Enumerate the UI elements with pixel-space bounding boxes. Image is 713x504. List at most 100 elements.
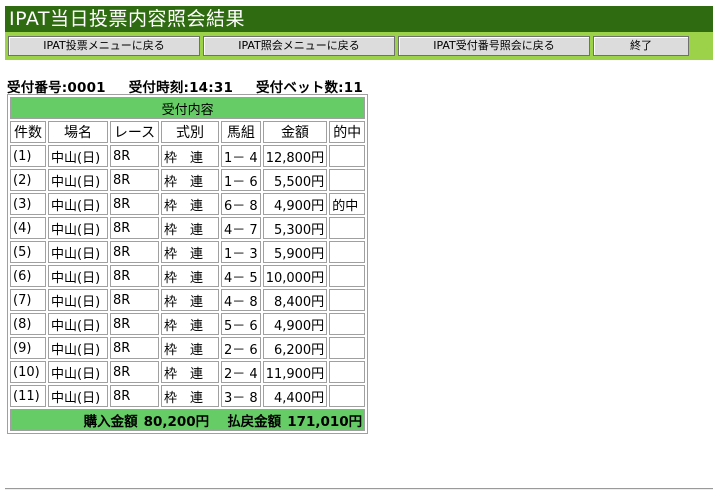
bet-venue: 中山(日) <box>48 145 108 167</box>
bet-type: 枠 連 <box>161 193 219 215</box>
bet-hit <box>329 169 366 191</box>
bet-venue: 中山(日) <box>48 217 108 239</box>
column-headers: 件数 場名 レース 式別 馬組 金額 的中 <box>10 121 366 143</box>
bet-hit <box>329 361 366 383</box>
bet-hit <box>329 313 366 335</box>
receipt-summary: 受付番号:0001 受付時刻:14:31 受付ベット数:11 <box>7 76 381 96</box>
col-header-race: レース <box>110 121 159 143</box>
bet-hit: 的中 <box>329 193 366 215</box>
bet-combination: 2－ 4 <box>221 361 261 383</box>
totals-row: 購入金額 80,200円 払戻金額 171,010円 <box>10 409 366 431</box>
bet-number: (1) <box>10 145 46 167</box>
bet-race: 8R <box>110 193 159 215</box>
refund-total-label: 払戻金額 <box>227 414 282 430</box>
bet-amount: 4,900円 <box>262 313 328 335</box>
exit-button[interactable]: 終了 <box>593 36 689 56</box>
bet-type: 枠 連 <box>161 337 219 359</box>
purchase-total-value: 80,200円 <box>143 414 210 430</box>
bet-hit <box>329 145 366 167</box>
col-header-count: 件数 <box>10 121 46 143</box>
table-row: (5) 中山(日) 8R 枠 連 1－ 3 5,900円 <box>10 241 366 263</box>
page-title: IPAT当日投票内容照会結果 <box>5 6 713 32</box>
table-row: (2) 中山(日) 8R 枠 連 1－ 6 5,500円 <box>10 169 366 191</box>
table-row: (11) 中山(日) 8R 枠 連 3－ 8 4,400円 <box>10 385 366 407</box>
bet-amount: 4,900円 <box>262 193 328 215</box>
bet-race: 8R <box>110 385 159 407</box>
bet-hit <box>329 385 366 407</box>
bet-number: (8) <box>10 313 46 335</box>
bet-hit <box>329 241 366 263</box>
refund-total-value: 171,010円 <box>287 414 363 430</box>
table-caption: 受付内容 <box>10 97 366 119</box>
bet-combination: 3－ 8 <box>221 385 261 407</box>
bet-amount: 5,900円 <box>262 241 328 263</box>
col-header-amount: 金額 <box>262 121 328 143</box>
bet-race: 8R <box>110 241 159 263</box>
bet-race: 8R <box>110 145 159 167</box>
bet-type: 枠 連 <box>161 265 219 287</box>
bet-number: (10) <box>10 361 46 383</box>
bet-combination: 1－ 3 <box>221 241 261 263</box>
bet-combination: 1－ 6 <box>221 169 261 191</box>
bet-number: (2) <box>10 169 46 191</box>
table-row: (1) 中山(日) 8R 枠 連 1－ 4 12,800円 <box>10 145 366 167</box>
bet-hit <box>329 265 366 287</box>
bet-type: 枠 連 <box>161 241 219 263</box>
result-table: 受付内容 件数 場名 レース 式別 馬組 金額 的中 (1) 中山(日) 8R 枠 連… <box>7 94 369 434</box>
bet-race: 8R <box>110 313 159 335</box>
bet-hit <box>329 289 366 311</box>
bet-venue: 中山(日) <box>48 265 108 287</box>
bet-venue: 中山(日) <box>48 313 108 335</box>
bet-amount: 4,400円 <box>262 385 328 407</box>
table-row: (8) 中山(日) 8R 枠 連 5－ 6 4,900円 <box>10 313 366 335</box>
table-row: (3) 中山(日) 8R 枠 連 6－ 8 4,900円 的中 <box>10 193 366 215</box>
bet-amount: 10,000円 <box>262 265 328 287</box>
bet-number: (4) <box>10 217 46 239</box>
bet-combination: 6－ 8 <box>221 193 261 215</box>
bet-venue: 中山(日) <box>48 241 108 263</box>
bet-type: 枠 連 <box>161 385 219 407</box>
bet-type: 枠 連 <box>161 217 219 239</box>
bet-number: (11) <box>10 385 46 407</box>
bet-number: (5) <box>10 241 46 263</box>
back-to-vote-menu-button[interactable]: IPAT投票メニューに戻る <box>8 36 200 56</box>
bet-hit <box>329 337 366 359</box>
bet-number: (7) <box>10 289 46 311</box>
bet-venue: 中山(日) <box>48 193 108 215</box>
bet-race: 8R <box>110 361 159 383</box>
bet-amount: 12,800円 <box>262 145 328 167</box>
bet-race: 8R <box>110 289 159 311</box>
col-header-type: 式別 <box>161 121 219 143</box>
table-row: (7) 中山(日) 8R 枠 連 4－ 8 8,400円 <box>10 289 366 311</box>
bet-combination: 2－ 6 <box>221 337 261 359</box>
bet-venue: 中山(日) <box>48 385 108 407</box>
table-row: (10) 中山(日) 8R 枠 連 2－ 4 11,900円 <box>10 361 366 383</box>
bet-combination: 4－ 7 <box>221 217 261 239</box>
nav-bar: IPAT投票メニューに戻る IPAT照会メニューに戻る IPAT受付番号照会に戻… <box>5 32 713 60</box>
back-to-receipt-inquiry-button[interactable]: IPAT受付番号照会に戻る <box>398 36 590 56</box>
bet-type: 枠 連 <box>161 313 219 335</box>
bet-number: (6) <box>10 265 46 287</box>
bet-race: 8R <box>110 169 159 191</box>
bet-combination: 4－ 5 <box>221 265 261 287</box>
col-header-venue: 場名 <box>48 121 108 143</box>
bet-amount: 5,500円 <box>262 169 328 191</box>
bet-amount: 6,200円 <box>262 337 328 359</box>
table-row: (9) 中山(日) 8R 枠 連 2－ 6 6,200円 <box>10 337 366 359</box>
bet-venue: 中山(日) <box>48 337 108 359</box>
bet-venue: 中山(日) <box>48 361 108 383</box>
bet-type: 枠 連 <box>161 289 219 311</box>
bet-venue: 中山(日) <box>48 169 108 191</box>
bet-combination: 5－ 6 <box>221 313 261 335</box>
bet-race: 8R <box>110 265 159 287</box>
bet-amount: 5,300円 <box>262 217 328 239</box>
bet-combination: 4－ 8 <box>221 289 261 311</box>
bet-race: 8R <box>110 217 159 239</box>
bet-amount: 11,900円 <box>262 361 328 383</box>
table-row: (4) 中山(日) 8R 枠 連 4－ 7 5,300円 <box>10 217 366 239</box>
bet-venue: 中山(日) <box>48 289 108 311</box>
back-to-inquiry-menu-button[interactable]: IPAT照会メニューに戻る <box>203 36 395 56</box>
col-header-hit: 的中 <box>329 121 366 143</box>
purchase-total-label: 購入金額 <box>83 414 138 430</box>
table-row: (6) 中山(日) 8R 枠 連 4－ 5 10,000円 <box>10 265 366 287</box>
